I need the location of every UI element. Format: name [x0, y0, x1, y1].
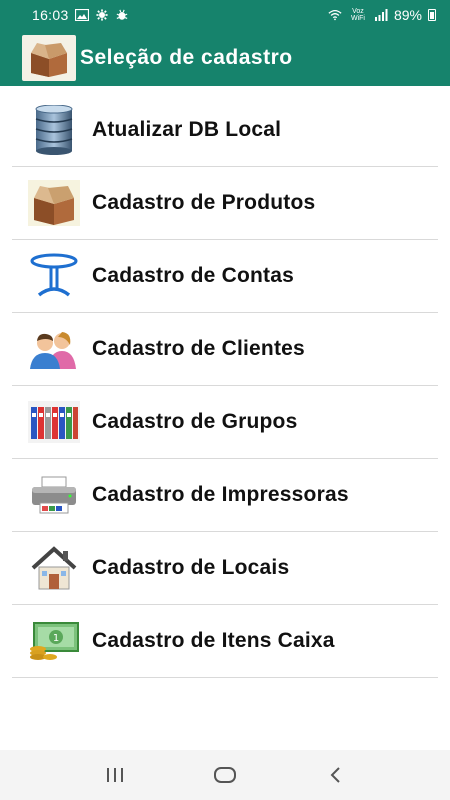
menu-item-grupos[interactable]: Cadastro de Grupos — [12, 386, 438, 459]
back-icon — [330, 767, 340, 783]
status-right: Voz WiFi 89% — [328, 7, 436, 23]
menu-item-label: Cadastro de Contas — [92, 264, 294, 287]
svg-text:1: 1 — [53, 633, 59, 644]
menu-item-label: Cadastro de Locais — [92, 556, 290, 579]
box-icon — [26, 175, 82, 231]
menu-item-atualizar-db[interactable]: Atualizar DB Local — [12, 94, 438, 167]
gallery-icon — [74, 9, 89, 21]
recents-icon — [107, 768, 123, 782]
menu-item-label: Cadastro de Itens Caixa — [92, 629, 335, 652]
binders-icon — [26, 394, 82, 450]
menu-item-impressoras[interactable]: Cadastro de Impressoras — [12, 459, 438, 532]
battery-icon — [428, 9, 436, 21]
volte-label: Voz WiFi — [350, 8, 365, 22]
database-icon — [26, 102, 82, 158]
menu-item-produtos[interactable]: Cadastro de Produtos — [12, 167, 438, 240]
users-icon — [26, 321, 82, 377]
wifi-icon — [328, 9, 342, 21]
status-bar: 16:03 Voz WiFi 89% — [0, 0, 450, 30]
status-time: 16:03 — [32, 7, 69, 23]
menu-item-label: Cadastro de Impressoras — [92, 483, 349, 506]
box-icon — [22, 35, 76, 81]
recents-button[interactable] — [95, 755, 135, 795]
system-nav-bar — [0, 750, 450, 800]
menu-item-label: Cadastro de Grupos — [92, 410, 298, 433]
house-icon — [26, 540, 82, 596]
menu-item-itens-caixa[interactable]: 1 Cadastro de Itens Caixa — [12, 605, 438, 678]
app-bar: Seleção de cadastro — [0, 30, 450, 86]
table-icon — [26, 248, 82, 304]
menu-item-label: Atualizar DB Local — [92, 118, 282, 141]
menu-item-clientes[interactable]: Cadastro de Clientes — [12, 313, 438, 386]
menu-item-label: Cadastro de Clientes — [92, 337, 305, 360]
status-left: 16:03 — [32, 7, 129, 23]
back-button[interactable] — [315, 755, 355, 795]
signal-icon — [374, 9, 388, 21]
printer-icon — [26, 467, 82, 523]
menu-item-locais[interactable]: Cadastro de Locais — [12, 532, 438, 605]
home-button[interactable] — [205, 755, 245, 795]
menu-list: Atualizar DB Local Cadastro de Produtos … — [12, 94, 438, 678]
page-title: Seleção de cadastro — [80, 46, 293, 69]
menu-item-contas[interactable]: Cadastro de Contas — [12, 240, 438, 313]
menu-item-label: Cadastro de Produtos — [92, 191, 316, 214]
home-icon — [214, 767, 236, 783]
gear-icon — [95, 9, 108, 21]
money-icon: 1 — [26, 613, 82, 669]
android-bug-icon — [116, 9, 127, 20]
battery-percent: 89% — [393, 7, 422, 23]
